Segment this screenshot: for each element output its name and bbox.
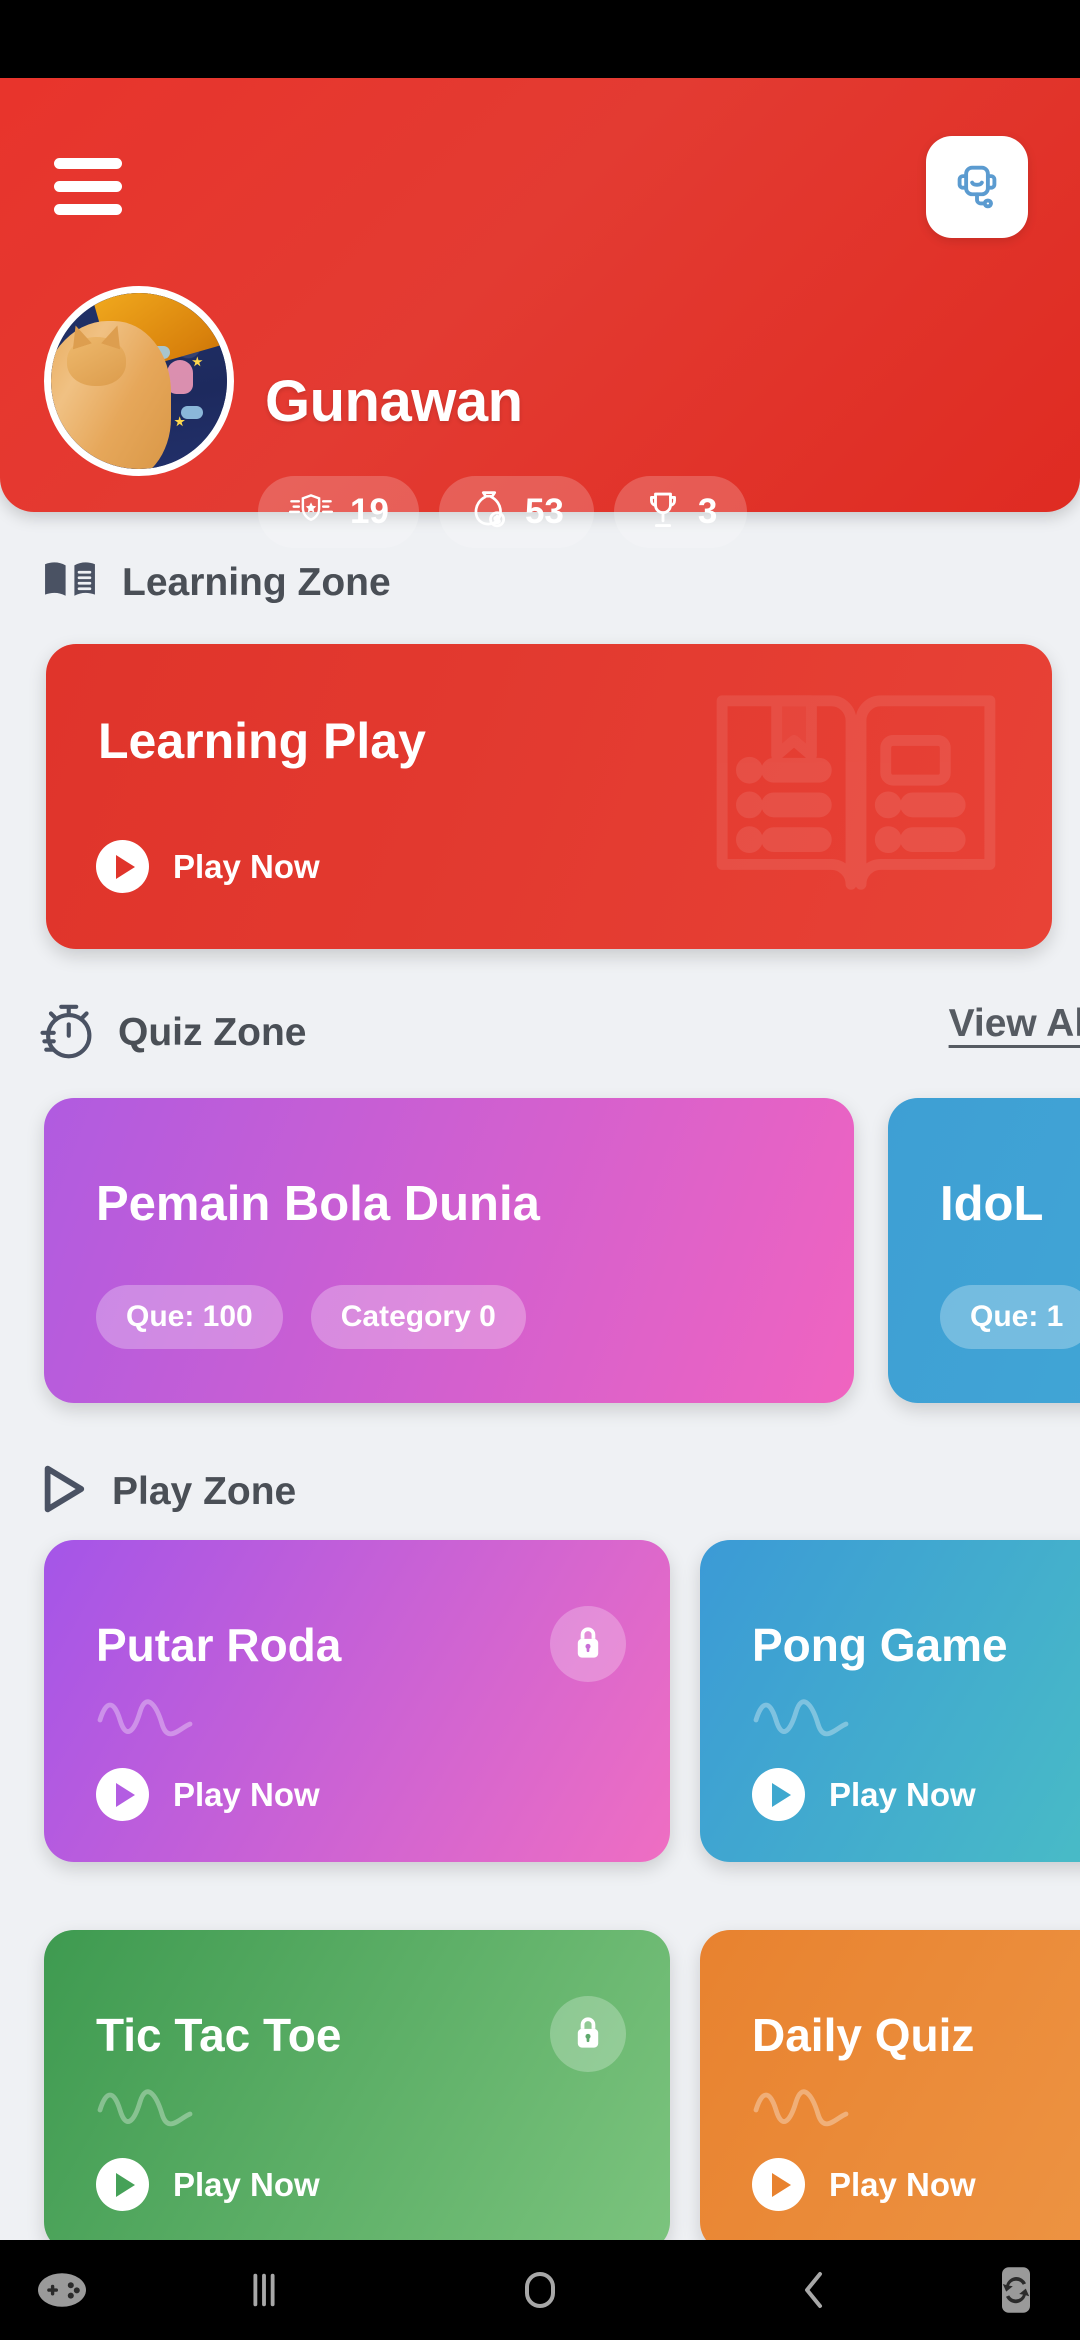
- stat-rank-value: 19: [350, 492, 389, 531]
- game-card-title: Daily Quiz: [752, 2009, 975, 2061]
- quiz-card-pills: Que: 100 Category 0: [96, 1285, 526, 1349]
- quiz-cards-carousel[interactable]: Pemain Bola Dunia Que: 100 Category 0 Id…: [0, 1098, 1080, 1403]
- game-play-button[interactable]: Play Now: [96, 1768, 320, 1821]
- game-card-putar-roda[interactable]: Putar Roda Play Now: [44, 1540, 670, 1862]
- section-title-play-zone: Play Zone: [112, 1469, 297, 1513]
- squiggle-decoration: [97, 1699, 193, 1737]
- quiz-card-pills: Que: 1: [940, 1285, 1080, 1349]
- play-triangle-outline-icon: [38, 1462, 88, 1521]
- headset-support-icon[interactable]: [926, 136, 1028, 238]
- quiz-zone-view-all-link[interactable]: View All: [949, 1002, 1080, 1046]
- play-icon: [96, 1768, 149, 1821]
- game-play-button[interactable]: Play Now: [96, 2158, 320, 2211]
- trophy-icon: [644, 489, 682, 536]
- android-navigation-bar: [0, 2240, 1080, 2340]
- stat-coins[interactable]: 53: [438, 476, 594, 548]
- section-title-learning-zone: Learning Zone: [122, 560, 391, 604]
- quiz-category-pill: Category 0: [310, 1285, 526, 1349]
- stat-trophies[interactable]: 3: [613, 476, 748, 548]
- money-bag-coin-icon: [469, 489, 509, 536]
- hamburger-menu-icon[interactable]: [54, 158, 122, 216]
- status-bar: [0, 0, 1080, 78]
- quiz-card-title: IdoL: [940, 1177, 1044, 1231]
- profile-header: Gunawan 19 53 3: [0, 78, 1080, 548]
- quiz-card[interactable]: Pemain Bola Dunia Que: 100 Category 0: [44, 1098, 854, 1403]
- play-now-label: Play Now: [829, 1775, 976, 1813]
- lock-icon: [550, 1606, 626, 1682]
- open-book-watermark-icon: [706, 676, 1006, 919]
- game-card-title: Pong Game: [752, 1619, 1008, 1671]
- game-controller-icon[interactable]: [0, 2270, 124, 2310]
- section-header-learning-zone: Learning Zone: [42, 558, 391, 607]
- game-card-pong-game[interactable]: Pong Game Play Now: [700, 1540, 1080, 1862]
- game-card-title: Tic Tac Toe: [96, 2009, 342, 2061]
- play-now-label: Play Now: [173, 1775, 320, 1813]
- game-card-daily-quiz[interactable]: Daily Quiz Play Now: [700, 1930, 1080, 2252]
- game-card-title: Putar Roda: [96, 1619, 342, 1671]
- section-title-quiz-zone: Quiz Zone: [118, 1010, 307, 1054]
- recents-icon[interactable]: [124, 2267, 404, 2313]
- screen-rotate-icon[interactable]: [952, 2264, 1080, 2316]
- play-now-label: Play Now: [829, 2165, 976, 2203]
- learning-play-button[interactable]: Play Now: [96, 840, 320, 893]
- play-icon: [752, 1768, 805, 1821]
- quiz-card[interactable]: IdoL Que: 1: [888, 1098, 1080, 1403]
- lock-icon: [550, 1996, 626, 2072]
- play-icon: [752, 2158, 805, 2211]
- profile-stats: 19 53 3: [258, 476, 748, 548]
- game-card-tic-tac-toe[interactable]: Tic Tac Toe Play Now: [44, 1930, 670, 2252]
- play-now-label: Play Now: [173, 2165, 320, 2203]
- shield-star-badge-icon: [288, 490, 334, 535]
- stat-trophies-value: 3: [697, 492, 718, 531]
- home-icon[interactable]: [404, 2264, 676, 2316]
- play-icon: [96, 840, 149, 893]
- game-play-button[interactable]: Play Now: [752, 2158, 976, 2211]
- learning-play-title: Learning Play: [98, 713, 426, 769]
- stat-coins-value: 53: [524, 492, 564, 531]
- section-header-quiz-zone: Quiz Zone: [36, 1000, 307, 1065]
- quiz-questions-pill: Que: 1: [940, 1285, 1080, 1349]
- squiggle-decoration: [753, 2089, 849, 2127]
- quiz-questions-pill: Que: 100: [96, 1285, 283, 1349]
- game-play-button[interactable]: Play Now: [752, 1768, 976, 1821]
- page-title: Gunawan: [265, 369, 523, 434]
- app-screen: Gunawan 19 53 3 Learning Zone Learning P…: [0, 0, 1080, 2340]
- learning-play-card[interactable]: Learning Play Play Now: [46, 644, 1052, 949]
- section-header-play-zone: Play Zone: [38, 1462, 296, 1521]
- quiz-card-title: Pemain Bola Dunia: [96, 1177, 540, 1231]
- play-now-label: Play Now: [173, 847, 320, 885]
- open-book-icon: [42, 558, 98, 607]
- back-icon[interactable]: [676, 2266, 952, 2314]
- play-icon: [96, 2158, 149, 2211]
- squiggle-decoration: [97, 2089, 193, 2127]
- squiggle-decoration: [753, 1699, 849, 1737]
- stopwatch-icon: [36, 1000, 94, 1065]
- avatar[interactable]: [44, 286, 234, 476]
- stat-rank-badge[interactable]: 19: [258, 476, 419, 548]
